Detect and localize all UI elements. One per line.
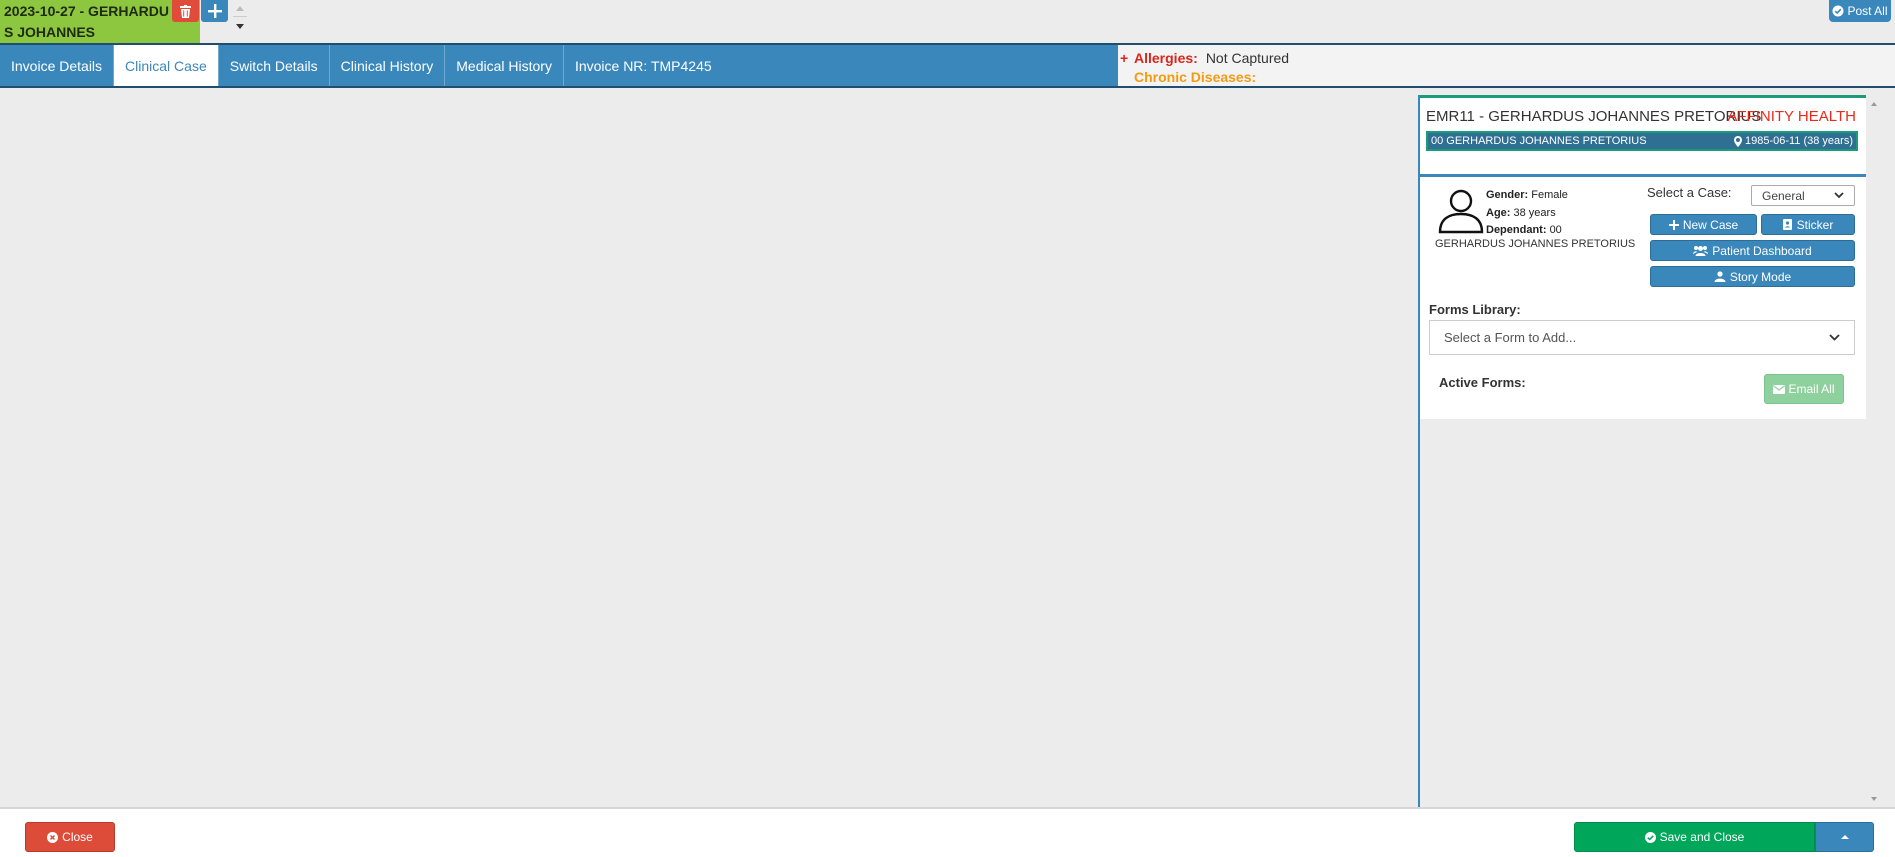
gender-label: Gender: — [1486, 189, 1529, 201]
forms-library-select[interactable]: Select a Form to Add... — [1429, 320, 1855, 355]
patient-dashboard-button[interactable]: Patient Dashboard — [1650, 240, 1855, 261]
address-book-icon — [1782, 219, 1792, 230]
patient-info: Gender: Female Age: 38 years Dependant: … — [1486, 187, 1568, 240]
story-mode-label: Story Mode — [1729, 269, 1792, 284]
envelope-icon — [1773, 384, 1786, 394]
side-panel-scrollbar[interactable] — [1868, 100, 1880, 803]
allergies-value: Not Captured — [1205, 49, 1290, 66]
trash-icon — [180, 4, 191, 18]
caret-up-icon — [1840, 835, 1849, 839]
select-case-label: Select a Case: — [1647, 185, 1732, 200]
patient-header: EMR11 - GERHARDUS JOHANNES PRETORIUS AFF… — [1420, 95, 1866, 174]
forms-library-placeholder: Select a Form to Add... — [1444, 330, 1577, 345]
case-select[interactable]: General — [1751, 185, 1855, 206]
forms-library-label: Forms Library: — [1429, 302, 1521, 317]
add-tab-button[interactable] — [201, 0, 228, 22]
tab-scroll-up-icon[interactable] — [233, 3, 247, 13]
save-and-close-button[interactable]: Save and Close — [1574, 822, 1815, 852]
encounter-tab-line2: S JOHANNES — [4, 24, 96, 40]
close-button[interactable]: Close — [25, 822, 115, 852]
tab-medical-history[interactable]: Medical History — [445, 45, 564, 86]
patient-dob-value: 1985-06-11 (38 years) — [1744, 135, 1853, 147]
close-label: Close — [62, 830, 93, 844]
chevron-down-icon — [1834, 192, 1844, 199]
active-forms-label: Active Forms: — [1439, 375, 1526, 390]
dependant-label: Dependant: — [1486, 224, 1547, 236]
user-icon — [1438, 189, 1484, 234]
tab-clinical-history[interactable]: Clinical History — [330, 45, 446, 86]
save-options-button[interactable] — [1815, 822, 1874, 852]
patient-header-name: EMR11 - GERHARDUS JOHANNES PRETORIUS — [1426, 108, 1762, 125]
case-select-value: General — [1762, 188, 1805, 203]
tab-scroll-down-icon[interactable] — [233, 22, 247, 32]
allergies-label: Allergies: — [1134, 49, 1198, 66]
top-bar: 2023-10-27 - GERHARDU S JOHANNES Post Al… — [0, 0, 1895, 43]
chevron-down-icon — [1829, 334, 1840, 341]
tab-invoice-number[interactable]: Invoice NR: TMP4245 — [564, 45, 723, 86]
tab-scroll-arrows[interactable] — [233, 3, 247, 37]
new-case-label: New Case — [1682, 217, 1739, 232]
story-mode-button[interactable]: Story Mode — [1650, 266, 1855, 287]
map-marker-icon — [1733, 135, 1742, 147]
post-all-button[interactable]: Post All — [1829, 0, 1891, 22]
delete-tab-button[interactable] — [172, 0, 199, 22]
patient-side-panel: EMR11 - GERHARDUS JOHANNES PRETORIUS AFF… — [1418, 95, 1866, 807]
chronic-diseases-label: Chronic Diseases: — [1134, 68, 1257, 85]
age-label: Age: — [1486, 206, 1511, 219]
post-all-label: Post All — [1847, 4, 1888, 18]
footer-bar: Close Save and Close — [0, 807, 1895, 857]
patient-strip: 00 GERHARDUS JOHANNES PRETORIUS 1985-06-… — [1426, 131, 1858, 151]
times-circle-icon — [47, 831, 59, 843]
patient-dob: 1985-06-11 (38 years) — [1733, 135, 1853, 147]
allergies-expand-icon[interactable]: + — [1120, 50, 1128, 66]
clinical-case-panel: Gender: Female Age: 38 years Dependant: … — [1420, 174, 1866, 419]
sticker-label: Sticker — [1796, 217, 1834, 232]
medical-scheme: AFFINITY HEALTH — [1727, 108, 1856, 125]
plus-icon — [207, 4, 222, 18]
scroll-down-icon[interactable] — [1868, 795, 1880, 803]
check-circle-icon — [1832, 5, 1844, 17]
user-injured-icon — [1714, 271, 1726, 282]
plus-icon — [1668, 219, 1679, 230]
users-icon — [1693, 246, 1709, 256]
age-value: 38 years — [1513, 206, 1556, 219]
encounter-tab-line1: 2023-10-27 - GERHARDU — [4, 3, 169, 19]
dependant-value: 00 — [1549, 224, 1562, 236]
gender-value: Female — [1531, 189, 1568, 201]
tab-clinical-case[interactable]: Clinical Case — [114, 45, 219, 86]
main-tabs: Invoice Details Clinical Case Switch Det… — [0, 43, 1118, 88]
encounter-tab[interactable]: 2023-10-27 - GERHARDU S JOHANNES — [0, 0, 200, 43]
email-all-button[interactable]: Email All — [1764, 374, 1844, 404]
patient-full-name: GERHARDUS JOHANNES PRETORIUS — [1435, 238, 1636, 250]
save-and-close-label: Save and Close — [1659, 830, 1745, 844]
tab-switch-details[interactable]: Switch Details — [219, 45, 330, 86]
sticker-button[interactable]: Sticker — [1761, 214, 1855, 235]
new-case-button[interactable]: New Case — [1650, 214, 1757, 235]
alerts-panel: + Allergies: Not Captured Chronic Diseas… — [1118, 43, 1895, 88]
scroll-up-icon[interactable] — [1868, 100, 1880, 108]
patient-dashboard-label: Patient Dashboard — [1712, 243, 1812, 258]
tab-invoice-details[interactable]: Invoice Details — [0, 45, 115, 86]
patient-strip-name: 00 GERHARDUS JOHANNES PRETORIUS — [1431, 135, 1647, 147]
email-all-label: Email All — [1788, 382, 1835, 396]
check-circle-icon — [1644, 831, 1656, 843]
